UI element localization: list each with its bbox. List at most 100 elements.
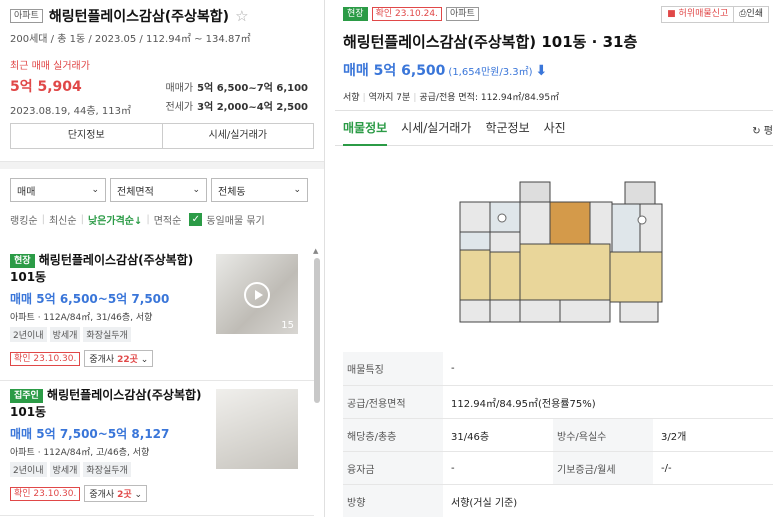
sale-range-value: 5억 6,500~7억 6,100 [197, 83, 308, 94]
complex-title: 해링턴플레이스감삼(주상복합) [48, 9, 230, 25]
chip: 방세개 [49, 462, 81, 477]
listing-title-text: 해링턴플레이스감삼(주상복합) 101동 [10, 253, 194, 284]
tab-complex-info[interactable]: 단지정보 [11, 124, 162, 148]
tab-school-info[interactable]: 학군정보 [485, 111, 529, 146]
listing-detail-panel: 현장 확인 23.10.24. 아파트 ■ 허위매물신고 ⎙인쇄 해링턴플레이스… [335, 0, 773, 517]
listing-thumbnail[interactable]: 15 [216, 254, 298, 334]
feature-value: - [451, 363, 455, 374]
agents-dropdown[interactable]: 중개사 2곳 ⌄ [84, 485, 148, 502]
scroll-up-arrow-icon[interactable]: ▲ [313, 247, 318, 255]
detail-table: 매물특징 - 공급/전용면적 112.94㎡/84.95㎡(전용률75%) 해당… [343, 352, 773, 517]
chip: 화장실두개 [83, 462, 131, 477]
refresh-icon: ↻ [752, 126, 761, 137]
report-label: 허위매물신고 [678, 9, 729, 19]
report-button[interactable]: ■ 허위매물신고 [662, 7, 733, 22]
agents-count: 22곳 [117, 355, 138, 365]
meta-area: 공급/전용 면적: 112.94㎡/84.95㎡ [419, 93, 560, 103]
same-listing-group-label: 동일매물 묶기 [206, 216, 265, 227]
jeonse-range: 전세가 3억 2,000~4억 2,500 [165, 98, 308, 113]
loan-value: - [451, 462, 455, 474]
sort-low-price[interactable]: 낮은가격순↓ [88, 212, 142, 227]
tab-listing-info[interactable]: 매물정보 [343, 111, 388, 146]
recent-transaction: 최근 매매 실거래가 5억 5,904 2023.08.19, 44층, 113… [10, 57, 314, 117]
meta-station: 역까지 7분 [368, 93, 411, 103]
complex-panel: 아파트 해링턴플레이스감삼(주상복합) ☆ 200세대 / 총 1동 / 202… [0, 0, 325, 517]
deposit-key: 기보증금/월세 [553, 452, 653, 484]
chevron-down-icon: ⌄ [140, 355, 149, 365]
tab-photos[interactable]: 사진 [544, 111, 566, 146]
rooms-key: 방수/욕실수 [553, 419, 653, 451]
deal-type-select[interactable]: 매매 ⌄ [10, 178, 106, 202]
confirm-date: 확인 23.10.30. [10, 351, 81, 366]
agents-prefix: 중개사 [89, 355, 118, 365]
price-per-area: (1,654만원/3.3㎡) [448, 67, 533, 78]
row-direction: 방향 서향(거실 기준) [343, 484, 773, 517]
floor-value: 31/46층 [451, 431, 490, 443]
floor-plan[interactable] [450, 180, 665, 330]
sort-bar: 랭킹순 | 최신순 | 낮은가격순↓ | 면적순 ✓ 동일매물 묶기 [10, 212, 265, 227]
confirm-date: 확인 23.10.24. [371, 7, 442, 21]
detail-title: 해링턴플레이스감삼(주상복합) 101동 · 31층 [343, 33, 638, 51]
chevron-down-icon: ⌄ [293, 185, 301, 195]
detail-tabs: 매물정보 시세/실거래가 학군정보 사진 ↻ 평 [335, 110, 773, 146]
listing-item[interactable]: 집주인 해링턴플레이스감삼(주상복합) 101동 매매 5억 7,500~5억 … [0, 381, 314, 516]
scrollbar-thumb[interactable] [314, 258, 320, 403]
unit-toggle-label: 평 [763, 126, 773, 137]
row-floor-rooms: 해당층/총층 31/46층 방수/욕실수 3/2개 [343, 418, 773, 451]
chip: 방세개 [49, 327, 81, 342]
row-loan-deposit: 융자금 - 기보증금/월세 -/- [343, 451, 773, 484]
tab-price-history[interactable]: 시세/실거래가 [401, 111, 471, 146]
print-label: 인쇄 [746, 9, 763, 19]
unit-toggle[interactable]: ↻ 평 [752, 122, 773, 137]
checkbox-checked-icon[interactable]: ✓ [189, 213, 203, 226]
photo-count: 15 [281, 320, 294, 331]
floor-key: 해당층/총층 [343, 419, 443, 451]
detail-meta: 서향 | 역까지 7분 | 공급/전용 면적: 112.94㎡/84.95㎡ [343, 93, 560, 103]
sort-area[interactable]: 면적순 [154, 212, 182, 227]
listing-thumbnail[interactable] [216, 389, 298, 469]
rooms-value: 3/2개 [661, 431, 687, 443]
building-select[interactable]: 전체동 ⌄ [211, 178, 308, 202]
area-value: 112.94㎡/84.95㎡(전용률75%) [451, 398, 596, 410]
owner-tag: 집주인 [10, 388, 43, 403]
sale-range: 매매가 5억 6,500~7억 6,100 [165, 79, 308, 94]
meta-direction: 서향 [343, 93, 360, 103]
type-tag: 아파트 [10, 9, 43, 23]
detail-price: 매매 5억 6,500 (1,654만원/3.3㎡) ⬇ [335, 52, 773, 80]
favorite-star-icon[interactable]: ☆ [235, 8, 248, 24]
play-video-icon[interactable] [244, 282, 270, 308]
jeonse-label: 전세가 [165, 102, 194, 113]
row-feature: 매물특징 - [343, 352, 773, 385]
direction-key: 방향 [343, 485, 443, 517]
complex-tabs: 단지정보 시세/실거래가 [10, 123, 314, 149]
divider [0, 161, 324, 169]
area-key: 공급/전용면적 [343, 386, 443, 418]
print-button[interactable]: ⎙인쇄 [733, 7, 768, 22]
agents-dropdown[interactable]: 중개사 22곳 ⌄ [84, 350, 154, 367]
site-tag: 현장 [10, 253, 35, 268]
area-value: 전체면적 [117, 186, 154, 198]
chip: 화장실두개 [83, 327, 131, 342]
filter-bar: 매매 ⌄ 전체면적 ⌄ 전체동 ⌄ [0, 169, 324, 202]
listing-list: 현장 해링턴플레이스감삼(주상복합) 101동 매매 5억 6,500~5억 7… [0, 246, 314, 516]
agents-prefix: 중개사 [89, 490, 118, 500]
type-tag: 아파트 [445, 7, 479, 21]
sort-ranking[interactable]: 랭킹순 [10, 212, 38, 227]
confirm-date: 확인 23.10.30. [10, 486, 81, 501]
area-select[interactable]: 전체면적 ⌄ [110, 178, 207, 202]
building-value: 전체동 [218, 186, 246, 198]
sort-recent[interactable]: 최신순 [49, 212, 77, 227]
tab-price-history[interactable]: 시세/실거래가 [161, 124, 314, 148]
recent-label: 최근 매매 실거래가 [10, 61, 90, 72]
detail-price-value: 매매 5억 6,500 [343, 63, 446, 79]
chevron-down-icon: ⌄ [192, 185, 200, 195]
chevron-down-icon: ⌄ [91, 185, 99, 195]
site-tag: 현장 [343, 7, 368, 21]
deal-type-value: 매매 [17, 186, 36, 198]
listing-title: 집주인 해링턴플레이스감삼(주상복합) 101동 [10, 387, 206, 421]
listing-item[interactable]: 현장 해링턴플레이스감삼(주상복합) 101동 매매 5억 6,500~5억 7… [0, 246, 314, 381]
siren-icon: ■ [667, 9, 676, 19]
listing-title: 현장 해링턴플레이스감삼(주상복합) 101동 [10, 252, 206, 286]
complex-summary: 200세대 / 총 1동 / 2023.05 / 112.94㎡ ~ 134.8… [10, 34, 251, 45]
row-area: 공급/전용면적 112.94㎡/84.95㎡(전용률75%) [343, 385, 773, 418]
